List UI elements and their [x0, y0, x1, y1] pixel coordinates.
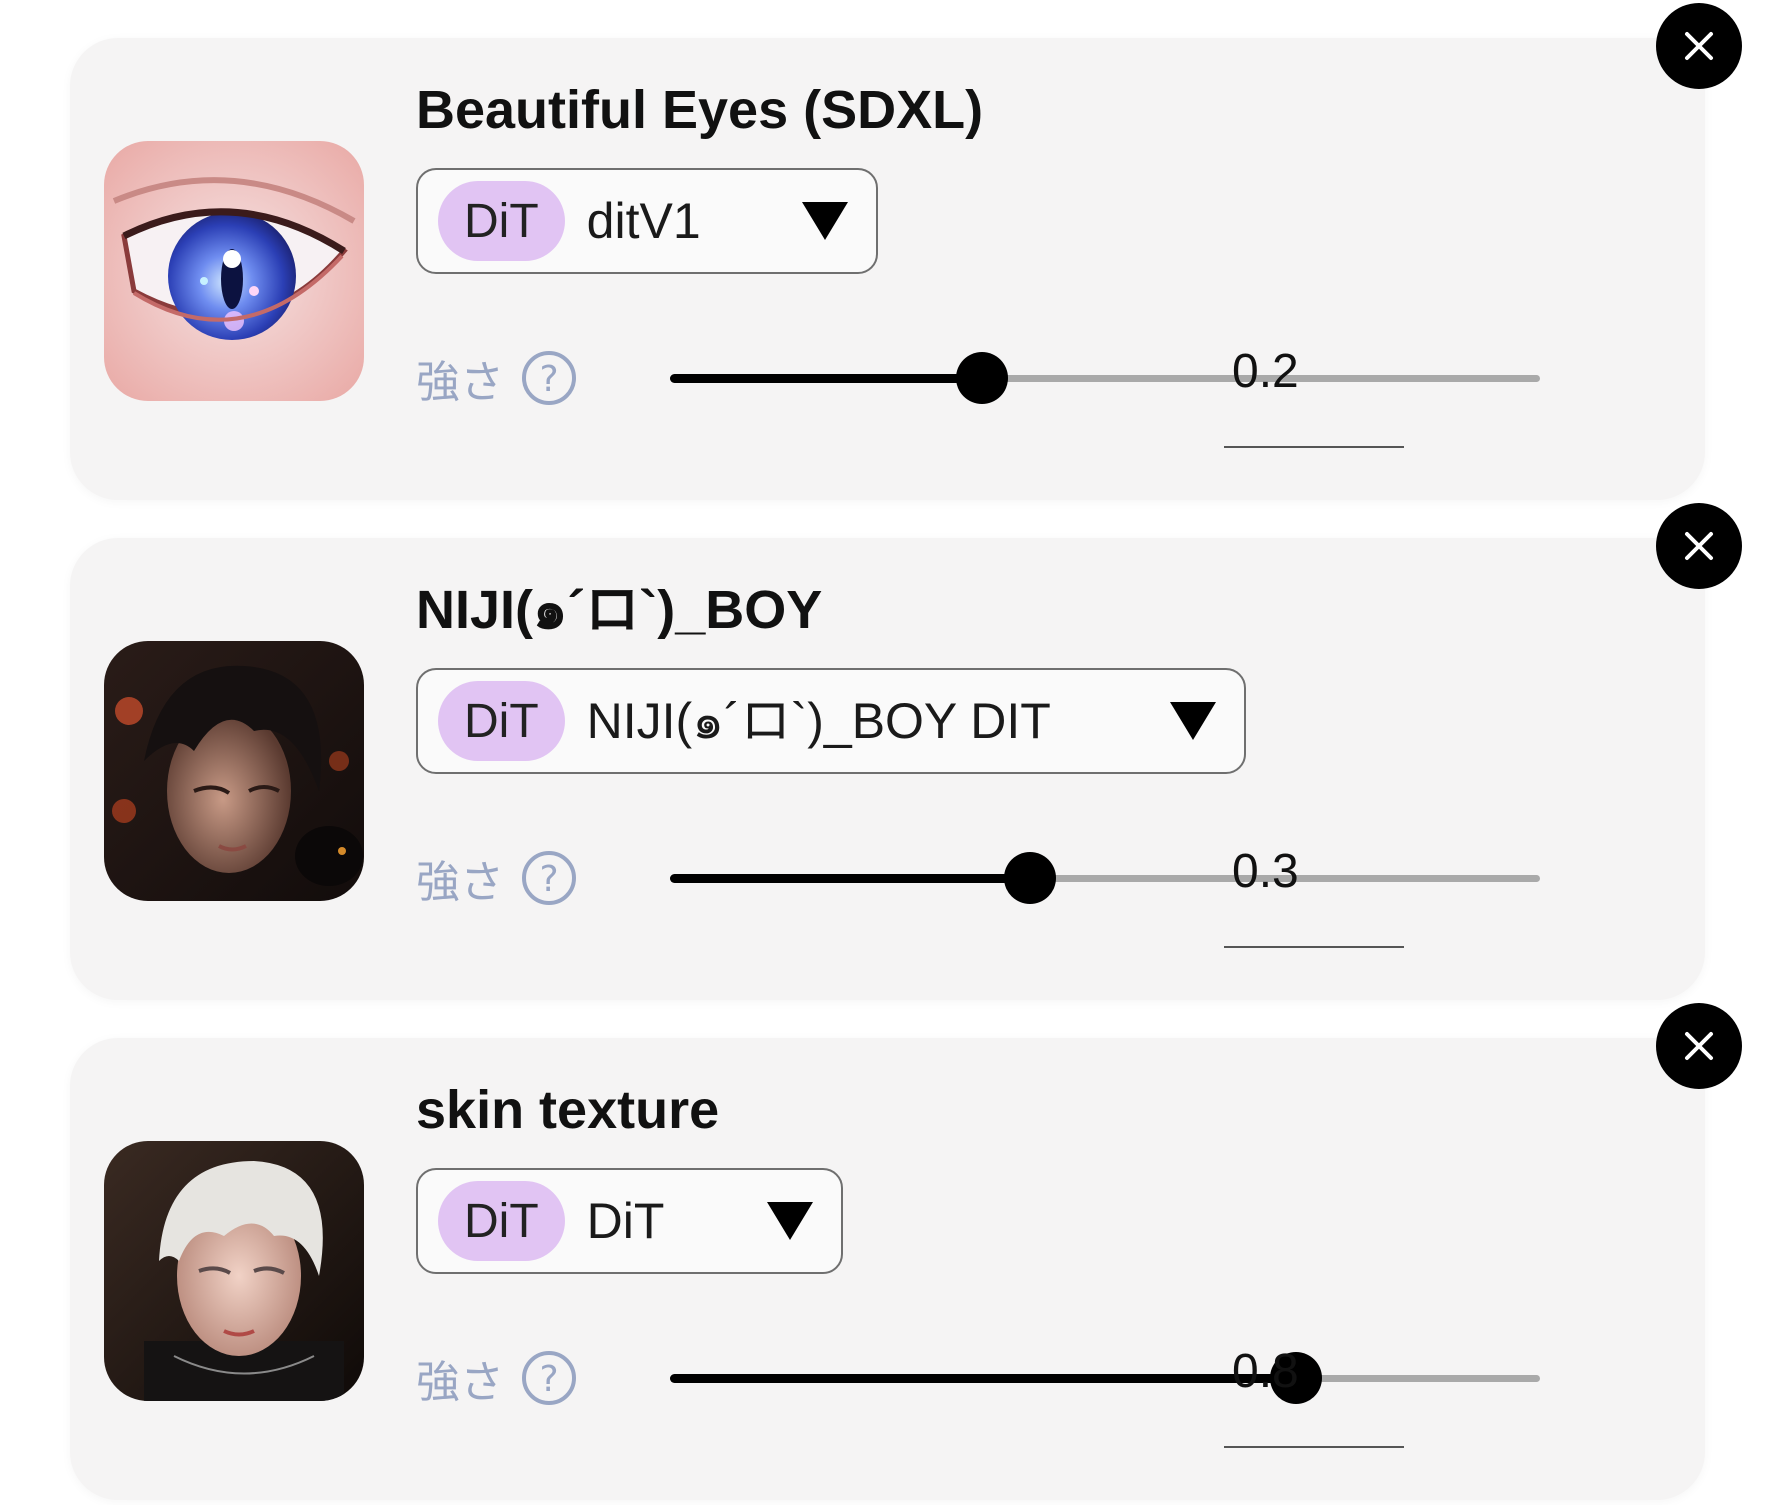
dropdown-triangle-icon	[1168, 700, 1218, 742]
strength-label: 強さ	[416, 357, 504, 408]
lora-list: Beautiful Eyes (SDXL) DiT ditV1 強さ ? 0.2	[0, 0, 1773, 1505]
remove-lora-button[interactable]	[1656, 1003, 1742, 1089]
version-select[interactable]: DiT NIJI(๑´ロ`)_BOY DIT	[416, 668, 1246, 774]
version-name: DiT	[586, 1193, 665, 1249]
help-icon[interactable]: ?	[520, 1349, 578, 1407]
strength-value-input[interactable]: 0.2	[1224, 336, 1404, 448]
help-icon[interactable]: ?	[520, 849, 578, 907]
slider-thumb[interactable]	[955, 352, 1008, 404]
lora-title: Beautiful Eyes (SDXL)	[416, 80, 984, 140]
help-icon[interactable]: ?	[520, 349, 578, 407]
strength-slider[interactable]	[670, 346, 1540, 410]
strength-label: 強さ	[416, 857, 504, 908]
slider-fill	[670, 1374, 1297, 1383]
dropdown-triangle-icon	[800, 200, 850, 242]
svg-text:?: ?	[539, 1359, 558, 1400]
strength-row: 強さ ?	[416, 846, 578, 910]
version-select[interactable]: DiT DiT	[416, 1168, 843, 1274]
lora-title: NIJI(๑´ロ`)_BOY	[416, 580, 823, 640]
lora-title: skin texture	[416, 1080, 720, 1140]
white-hair-boy-image	[104, 1141, 364, 1401]
slider-fill	[670, 374, 982, 383]
close-icon	[1685, 1032, 1713, 1060]
architecture-badge: DiT	[438, 181, 565, 261]
lora-thumbnail	[104, 641, 364, 901]
eye-illustration-image	[104, 141, 364, 401]
svg-text:?: ?	[539, 359, 558, 400]
lora-thumbnail	[104, 1141, 364, 1401]
close-icon	[1685, 32, 1713, 60]
version-name: NIJI(๑´ロ`)_BOY DIT	[586, 693, 1051, 749]
dropdown-triangle-icon	[765, 1200, 815, 1242]
strength-value-input[interactable]: 0.3	[1224, 836, 1404, 948]
lora-thumbnail	[104, 141, 364, 401]
version-select[interactable]: DiT ditV1	[416, 168, 878, 274]
strength-slider[interactable]	[670, 1346, 1540, 1410]
architecture-badge: DiT	[438, 1181, 565, 1261]
version-name: ditV1	[586, 193, 701, 249]
strength-row: 強さ ?	[416, 346, 578, 410]
slider-thumb[interactable]	[1003, 852, 1056, 904]
strength-row: 強さ ?	[416, 1346, 578, 1410]
strength-label: 強さ	[416, 1357, 504, 1408]
remove-lora-button[interactable]	[1656, 503, 1742, 589]
slider-fill	[670, 874, 1030, 883]
architecture-badge: DiT	[438, 681, 565, 761]
remove-lora-button[interactable]	[1656, 3, 1742, 89]
close-icon	[1685, 532, 1713, 560]
strength-value-input[interactable]: 0.8	[1224, 1336, 1404, 1448]
svg-text:?: ?	[539, 859, 558, 900]
lora-card: skin texture DiT DiT 強さ ? 0.8	[70, 1003, 1742, 1500]
dark-hair-boy-image	[104, 641, 364, 901]
strength-slider[interactable]	[670, 846, 1540, 910]
lora-card: NIJI(๑´ロ`)_BOY DiT NIJI(๑´ロ`)_BOY DIT 強さ…	[70, 503, 1742, 1000]
lora-card: Beautiful Eyes (SDXL) DiT ditV1 強さ ? 0.2	[70, 3, 1742, 500]
